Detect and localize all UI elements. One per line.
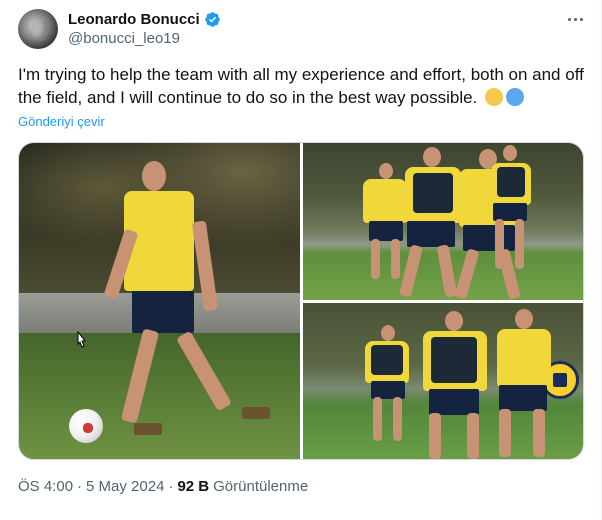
training-duel-photo[interactable] [303,143,583,300]
author-display-name[interactable]: Leonardo Bonucci [68,11,200,28]
meta-separator-2: · [168,478,174,495]
meta-separator: · [77,478,83,495]
mouse-pointer-icon [77,331,87,348]
tweet-card: Leonardo Bonucci @bonucci_leo19 I'm tryi… [0,0,602,520]
author-avatar[interactable] [18,9,58,49]
translate-post-link[interactable]: Gönderiyi çevir [18,114,105,129]
training-drill-photo[interactable] [303,303,583,459]
tweet-text: I'm trying to help the team with all my … [18,63,593,109]
author-handle[interactable]: @bonucci_leo19 [68,30,180,47]
player-dribbling-photo[interactable] [19,143,300,459]
yellow-circle-emoji-icon [485,88,504,106]
post-time[interactable]: ÖS 4:00 [18,478,73,495]
views-label: Görüntülenme [213,478,309,495]
more-options-icon[interactable] [562,10,588,28]
views-count: 92 B [177,478,210,495]
verified-badge-icon [204,11,220,27]
author-name-row: Leonardo Bonucci [68,9,221,29]
blue-circle-emoji-icon [506,88,525,106]
tweet-meta: ÖS 4:00 · 5 May 2024 · 92 B Görüntülenme [18,478,308,495]
ball-icon [69,409,103,443]
post-date[interactable]: 5 May 2024 [86,478,164,495]
media-grid [18,142,584,460]
